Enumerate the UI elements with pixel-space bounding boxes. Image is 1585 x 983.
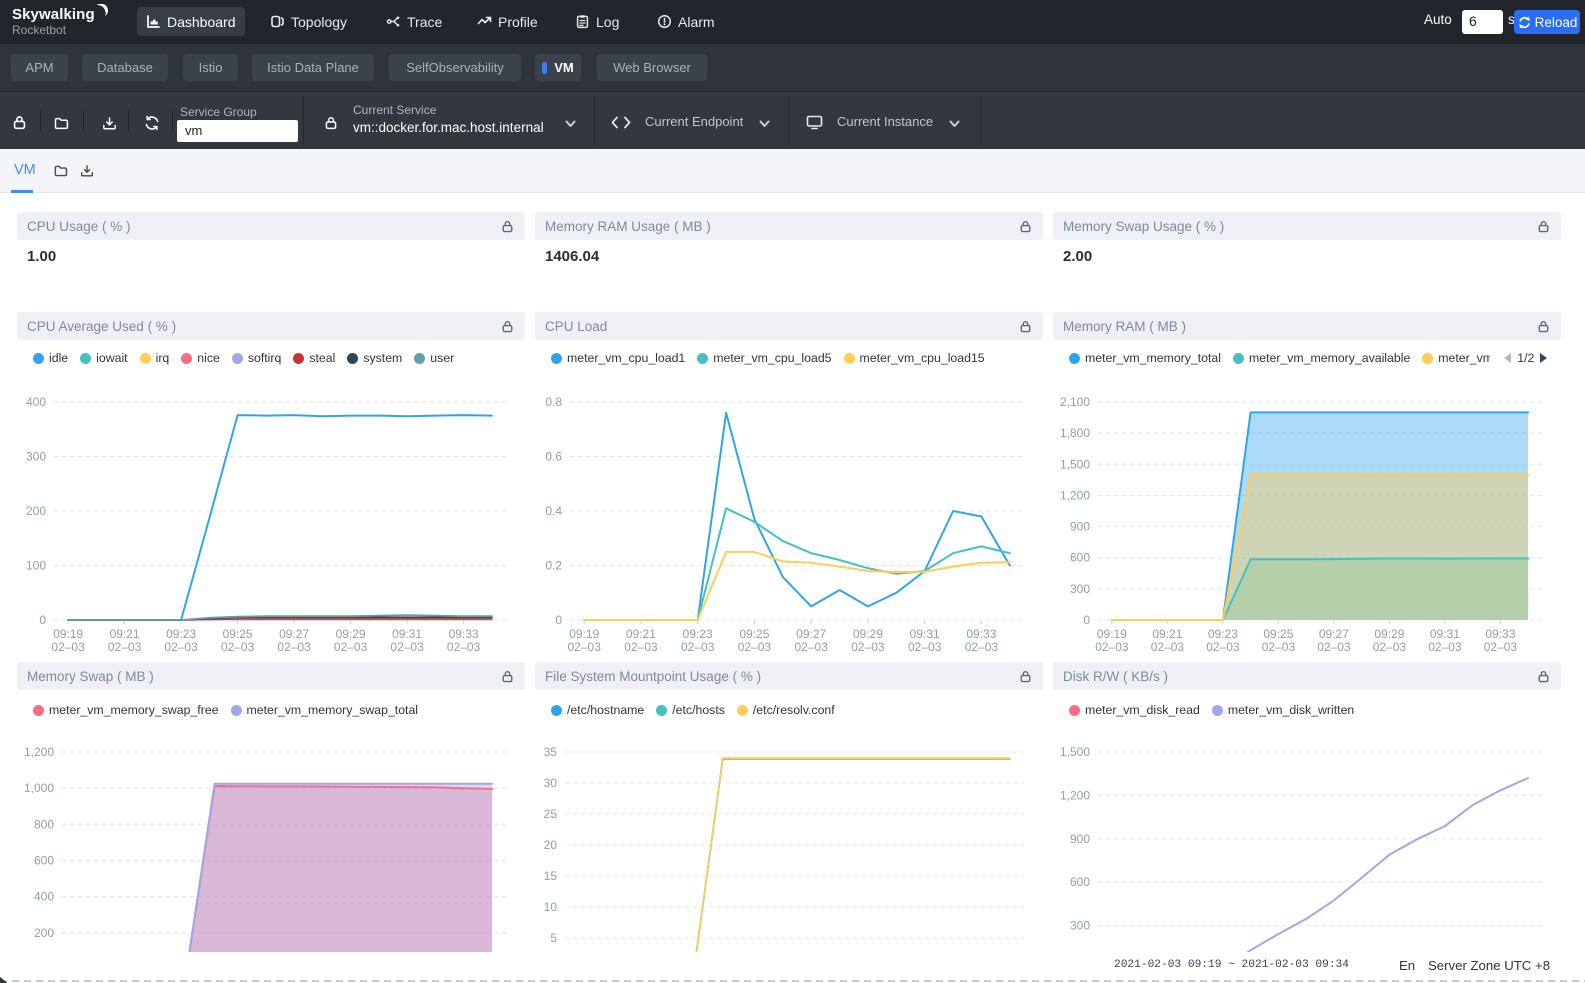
svg-text:200: 200 xyxy=(34,926,54,940)
svg-text:30: 30 xyxy=(544,776,558,790)
svg-text:0: 0 xyxy=(39,613,46,627)
svg-text:600: 600 xyxy=(34,854,54,868)
svg-text:0.8: 0.8 xyxy=(545,395,562,409)
svg-text:35: 35 xyxy=(544,745,558,759)
svg-text:300: 300 xyxy=(1070,582,1090,596)
svg-text:02–03: 02–03 xyxy=(624,640,658,654)
svg-text:0.2: 0.2 xyxy=(545,559,562,573)
svg-text:0.6: 0.6 xyxy=(545,450,562,464)
svg-text:09:23: 09:23 xyxy=(1208,627,1238,641)
svg-text:09:27: 09:27 xyxy=(796,627,826,641)
svg-text:02–03: 02–03 xyxy=(965,640,999,654)
svg-text:600: 600 xyxy=(1070,551,1090,565)
svg-text:600: 600 xyxy=(1070,875,1090,889)
svg-text:1,200: 1,200 xyxy=(24,745,54,759)
svg-text:20: 20 xyxy=(544,838,558,852)
svg-text:15: 15 xyxy=(544,869,558,883)
svg-text:02–03: 02–03 xyxy=(1317,640,1351,654)
svg-text:09:27: 09:27 xyxy=(1319,627,1349,641)
svg-text:02–03: 02–03 xyxy=(221,640,255,654)
svg-text:02–03: 02–03 xyxy=(1206,640,1240,654)
svg-text:09:33: 09:33 xyxy=(449,627,479,641)
svg-text:09:31: 09:31 xyxy=(910,627,940,641)
svg-text:02–03: 02–03 xyxy=(851,640,885,654)
svg-text:09:25: 09:25 xyxy=(1263,627,1293,641)
svg-text:09:25: 09:25 xyxy=(223,627,253,641)
svg-text:02–03: 02–03 xyxy=(108,640,142,654)
svg-text:300: 300 xyxy=(26,450,46,464)
svg-text:02–03: 02–03 xyxy=(1262,640,1296,654)
svg-text:0.4: 0.4 xyxy=(545,504,562,518)
svg-text:02–03: 02–03 xyxy=(447,640,481,654)
svg-text:09:19: 09:19 xyxy=(569,627,599,641)
svg-text:09:31: 09:31 xyxy=(392,627,422,641)
svg-text:5: 5 xyxy=(550,931,557,945)
svg-text:02–03: 02–03 xyxy=(1428,640,1462,654)
svg-text:200: 200 xyxy=(26,504,46,518)
svg-text:02–03: 02–03 xyxy=(51,640,85,654)
svg-text:1,200: 1,200 xyxy=(1060,788,1090,802)
svg-text:09:25: 09:25 xyxy=(739,627,769,641)
svg-text:09:21: 09:21 xyxy=(626,627,656,641)
svg-text:800: 800 xyxy=(34,817,54,831)
svg-text:09:33: 09:33 xyxy=(1485,627,1515,641)
svg-text:09:29: 09:29 xyxy=(1374,627,1404,641)
svg-text:02–03: 02–03 xyxy=(390,640,424,654)
svg-text:02–03: 02–03 xyxy=(1484,640,1518,654)
svg-text:400: 400 xyxy=(34,890,54,904)
svg-text:2,100: 2,100 xyxy=(1060,395,1090,409)
svg-text:09:23: 09:23 xyxy=(683,627,713,641)
svg-text:300: 300 xyxy=(1070,919,1090,933)
svg-text:09:21: 09:21 xyxy=(1152,627,1182,641)
svg-text:400: 400 xyxy=(26,395,46,409)
svg-text:25: 25 xyxy=(544,807,558,821)
svg-text:09:29: 09:29 xyxy=(336,627,366,641)
svg-text:09:31: 09:31 xyxy=(1430,627,1460,641)
svg-text:100: 100 xyxy=(26,559,46,573)
svg-text:02–03: 02–03 xyxy=(568,640,602,654)
svg-text:0: 0 xyxy=(555,613,562,627)
svg-text:02–03: 02–03 xyxy=(334,640,368,654)
svg-text:09:19: 09:19 xyxy=(53,627,83,641)
svg-text:1,200: 1,200 xyxy=(1060,488,1090,502)
svg-text:09:23: 09:23 xyxy=(166,627,196,641)
svg-text:900: 900 xyxy=(1070,832,1090,846)
svg-text:09:21: 09:21 xyxy=(110,627,140,641)
svg-text:02–03: 02–03 xyxy=(681,640,715,654)
svg-text:09:29: 09:29 xyxy=(853,627,883,641)
svg-text:900: 900 xyxy=(1070,520,1090,534)
svg-text:10: 10 xyxy=(544,900,558,914)
svg-text:02–03: 02–03 xyxy=(1151,640,1185,654)
svg-text:02–03: 02–03 xyxy=(908,640,942,654)
svg-text:1,500: 1,500 xyxy=(1060,457,1090,471)
svg-text:02–03: 02–03 xyxy=(277,640,311,654)
svg-text:0: 0 xyxy=(1083,613,1090,627)
svg-text:02–03: 02–03 xyxy=(164,640,198,654)
svg-text:02–03: 02–03 xyxy=(738,640,772,654)
svg-text:09:33: 09:33 xyxy=(966,627,996,641)
svg-text:09:19: 09:19 xyxy=(1097,627,1127,641)
svg-text:02–03: 02–03 xyxy=(1095,640,1129,654)
svg-text:09:27: 09:27 xyxy=(279,627,309,641)
svg-text:1,000: 1,000 xyxy=(24,781,54,795)
svg-text:02–03: 02–03 xyxy=(795,640,829,654)
svg-text:02–03: 02–03 xyxy=(1373,640,1407,654)
svg-text:1,800: 1,800 xyxy=(1060,426,1090,440)
svg-text:1,500: 1,500 xyxy=(1060,745,1090,759)
